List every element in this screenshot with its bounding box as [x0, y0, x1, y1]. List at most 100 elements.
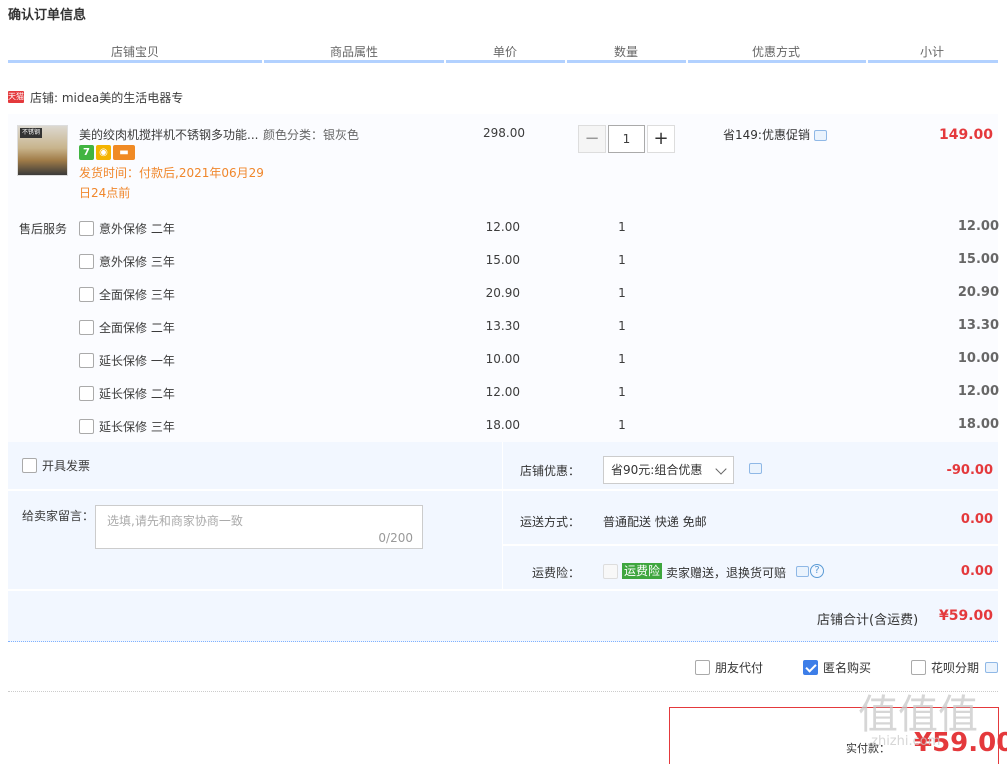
service-row[interactable]: 全面保修 三年 [79, 285, 175, 303]
service-price: 15.00 [485, 253, 520, 267]
quantity-stepper[interactable]: − 1 + [578, 125, 675, 153]
chat-icon[interactable] [813, 130, 827, 141]
service-checkbox[interactable] [79, 286, 94, 302]
service-row[interactable]: 全面保修 二年 [79, 318, 175, 336]
chat-icon[interactable] [749, 463, 762, 474]
service-name: 全面保修 三年 [99, 287, 175, 302]
product-thumbnail[interactable]: 不锈钢 [17, 125, 68, 176]
service-qty: 1 [618, 385, 626, 399]
invoice-option[interactable]: 开具发票 [22, 457, 90, 474]
credit-card-icon: ▬ [113, 145, 135, 160]
service-qty: 1 [618, 319, 626, 333]
service-name: 延长保修 三年 [99, 419, 175, 434]
shop-total-label: 店铺合计(含运费) [817, 613, 919, 628]
service-price: 12.00 [485, 220, 520, 234]
help-icon[interactable]: ? [810, 564, 824, 578]
shipping-value: 0.00 [960, 512, 993, 527]
chat-icon[interactable] [796, 566, 809, 577]
row-separator [8, 489, 502, 491]
service-checkbox[interactable] [79, 319, 94, 335]
anonymous-checkbox[interactable] [803, 660, 818, 675]
service-qty: 1 [618, 220, 626, 234]
service-row[interactable]: 意外保修 二年 [79, 219, 175, 237]
thumbnail-label: 不锈钢 [20, 128, 42, 138]
service-label: 售后服务 [19, 222, 68, 236]
friend-pay-label: 朋友代付 [715, 661, 764, 675]
service-qty: 1 [618, 253, 626, 267]
message-placeholder: 选填,请先和商家协商一致 [107, 514, 243, 528]
guarantee-icon: ◉ [96, 145, 111, 160]
service-name: 延长保修 一年 [99, 353, 175, 368]
service-subtotal: 10.00 [957, 351, 999, 366]
shop-discount-value: -90.00 [946, 463, 993, 478]
insurance-checkbox [603, 564, 618, 579]
col-header-qty: 数量 [613, 45, 638, 59]
service-row[interactable]: 意外保修 三年 [79, 252, 175, 270]
service-name: 全面保修 二年 [99, 320, 175, 335]
service-name: 意外保修 三年 [99, 254, 175, 269]
service-price: 12.00 [485, 385, 520, 399]
product-subtotal: 149.00 [938, 127, 993, 143]
invoice-label: 开具发票 [42, 459, 91, 473]
huabei-label: 花呗分期 [931, 661, 980, 675]
service-row[interactable]: 延长保修 二年 [79, 384, 175, 402]
tmall-icon: 天猫 [8, 91, 24, 103]
service-price: 10.00 [485, 352, 520, 366]
service-checkbox[interactable] [79, 253, 94, 269]
friend-pay-option[interactable]: 朋友代付 [695, 659, 763, 676]
chevron-down-icon [715, 463, 727, 475]
anonymous-option[interactable]: 匿名购买 [803, 659, 871, 676]
col-header-discount: 优惠方式 [751, 45, 800, 59]
shop-total-value: ¥59.00 [938, 608, 993, 624]
shop-name[interactable]: 店铺: midea美的生活电器专 [30, 89, 183, 106]
product-name[interactable]: 美的绞肉机搅拌机不锈钢多功能... [79, 126, 259, 143]
service-price: 20.90 [485, 286, 520, 300]
service-qty: 1 [618, 418, 626, 432]
shipping-label: 运送方式： [519, 515, 580, 529]
service-subtotal: 20.90 [957, 285, 999, 300]
service-qty: 1 [618, 286, 626, 300]
service-checkbox[interactable] [79, 385, 94, 401]
service-checkbox[interactable] [79, 352, 94, 368]
ship-time: 发货时间：付款后,2021年06月29日24点前 [79, 166, 264, 200]
invoice-checkbox[interactable] [22, 458, 37, 473]
service-price: 18.00 [485, 418, 520, 432]
friend-pay-checkbox[interactable] [695, 660, 710, 675]
promo-label: 省149:优惠促销 [723, 128, 810, 142]
insurance-value: 0.00 [960, 564, 993, 579]
message-input[interactable]: 选填,请先和商家协商一致 0/200 [95, 505, 423, 549]
header-divider [8, 60, 998, 63]
col-header-item: 店铺宝贝 [110, 45, 159, 59]
service-row[interactable]: 延长保修 三年 [79, 417, 175, 435]
product-badges: 7 ◉ ▬ [79, 145, 135, 160]
chat-icon[interactable] [985, 662, 999, 673]
service-row[interactable]: 延长保修 一年 [79, 351, 175, 369]
service-name: 意外保修 二年 [99, 221, 175, 236]
promo-text: 省149:优惠促销 [723, 126, 827, 143]
shop-discount-selected: 省90元:组合优惠 [611, 463, 703, 477]
shop-discount-select[interactable]: 省90元:组合优惠 [603, 456, 734, 484]
page-title: 确认订单信息 [8, 8, 87, 23]
huabei-checkbox[interactable] [911, 660, 926, 675]
huabei-option[interactable]: 花呗分期 [911, 659, 999, 676]
insurance-label: 运费险： [531, 566, 580, 580]
qty-minus-button[interactable]: − [578, 125, 606, 153]
message-counter: 0/200 [378, 531, 413, 545]
service-checkbox[interactable] [79, 418, 94, 434]
service-checkbox[interactable] [79, 220, 94, 236]
service-price: 13.30 [485, 319, 520, 333]
shipping-method: 普通配送 快递 免邮 [603, 515, 707, 529]
seven-day-return-icon: 7 [79, 145, 94, 160]
product-price: 298.00 [483, 126, 525, 140]
watermark-logo: 值值值 [858, 692, 978, 738]
col-header-attribute: 商品属性 [329, 45, 378, 59]
service-subtotal: 12.00 [957, 384, 999, 399]
shop-discount-label: 店铺优惠： [519, 464, 580, 478]
qty-input[interactable]: 1 [608, 125, 645, 153]
service-subtotal: 13.30 [957, 318, 999, 333]
insurance-text: 卖家赠送，退换货可赔 [666, 566, 787, 580]
divider [8, 691, 998, 692]
service-subtotal: 12.00 [957, 219, 999, 234]
row-separator [8, 589, 998, 591]
qty-plus-button[interactable]: + [647, 125, 675, 153]
